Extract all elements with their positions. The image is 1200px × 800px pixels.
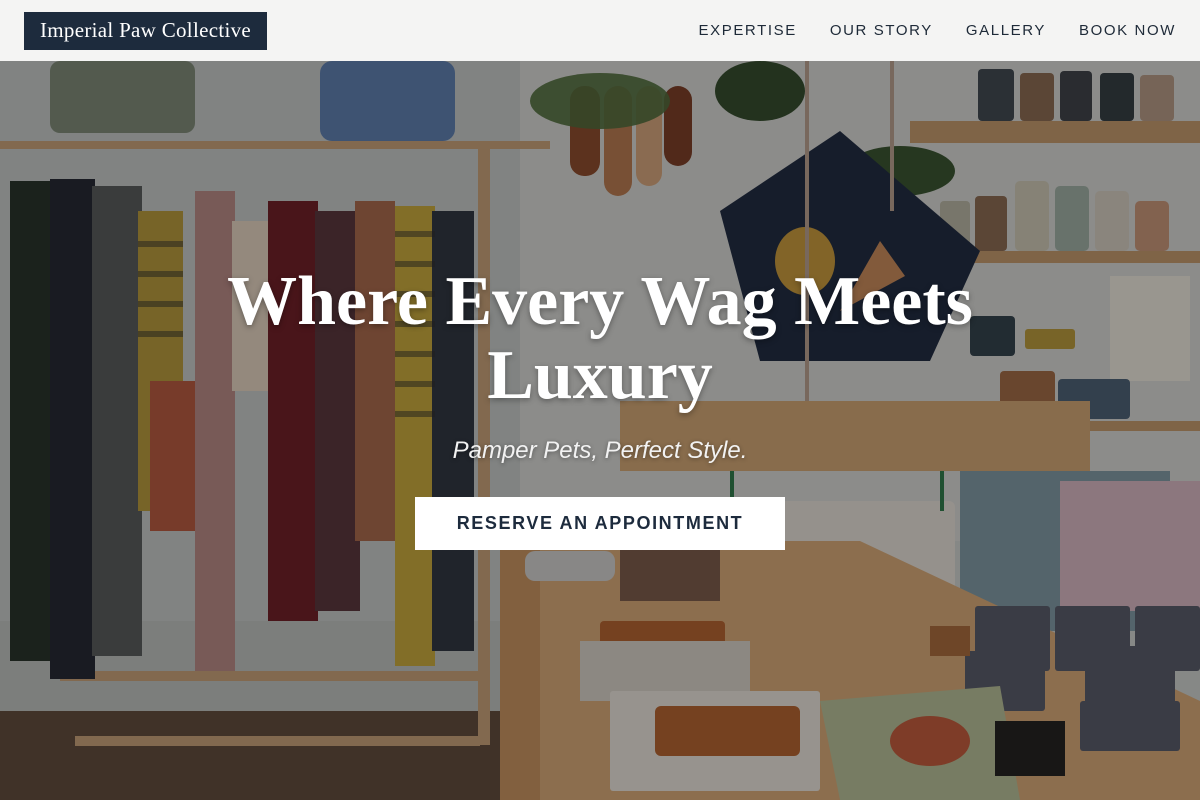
hero-subtitle: Pamper Pets, Perfect Style.	[452, 437, 748, 464]
brand-logo[interactable]: Imperial Paw Collective	[24, 11, 268, 50]
hero-content: Where Every Wag Meets Luxury Pamper Pets…	[0, 61, 1200, 800]
nav-link-book-now[interactable]: BOOK NOW	[1079, 22, 1176, 39]
hero-title: Where Every Wag Meets Luxury	[227, 263, 973, 414]
hero-section: Where Every Wag Meets Luxury Pamper Pets…	[0, 61, 1200, 800]
nav-link-expertise[interactable]: EXPERTISE	[699, 22, 797, 39]
nav-link-gallery[interactable]: GALLERY	[966, 22, 1046, 39]
site-header: Imperial Paw Collective EXPERTISE OUR ST…	[0, 0, 1200, 61]
main-nav: EXPERTISE OUR STORY GALLERY BOOK NOW	[699, 22, 1176, 39]
reserve-appointment-button[interactable]: RESERVE AN APPOINTMENT	[415, 497, 785, 550]
nav-link-our-story[interactable]: OUR STORY	[830, 22, 933, 39]
